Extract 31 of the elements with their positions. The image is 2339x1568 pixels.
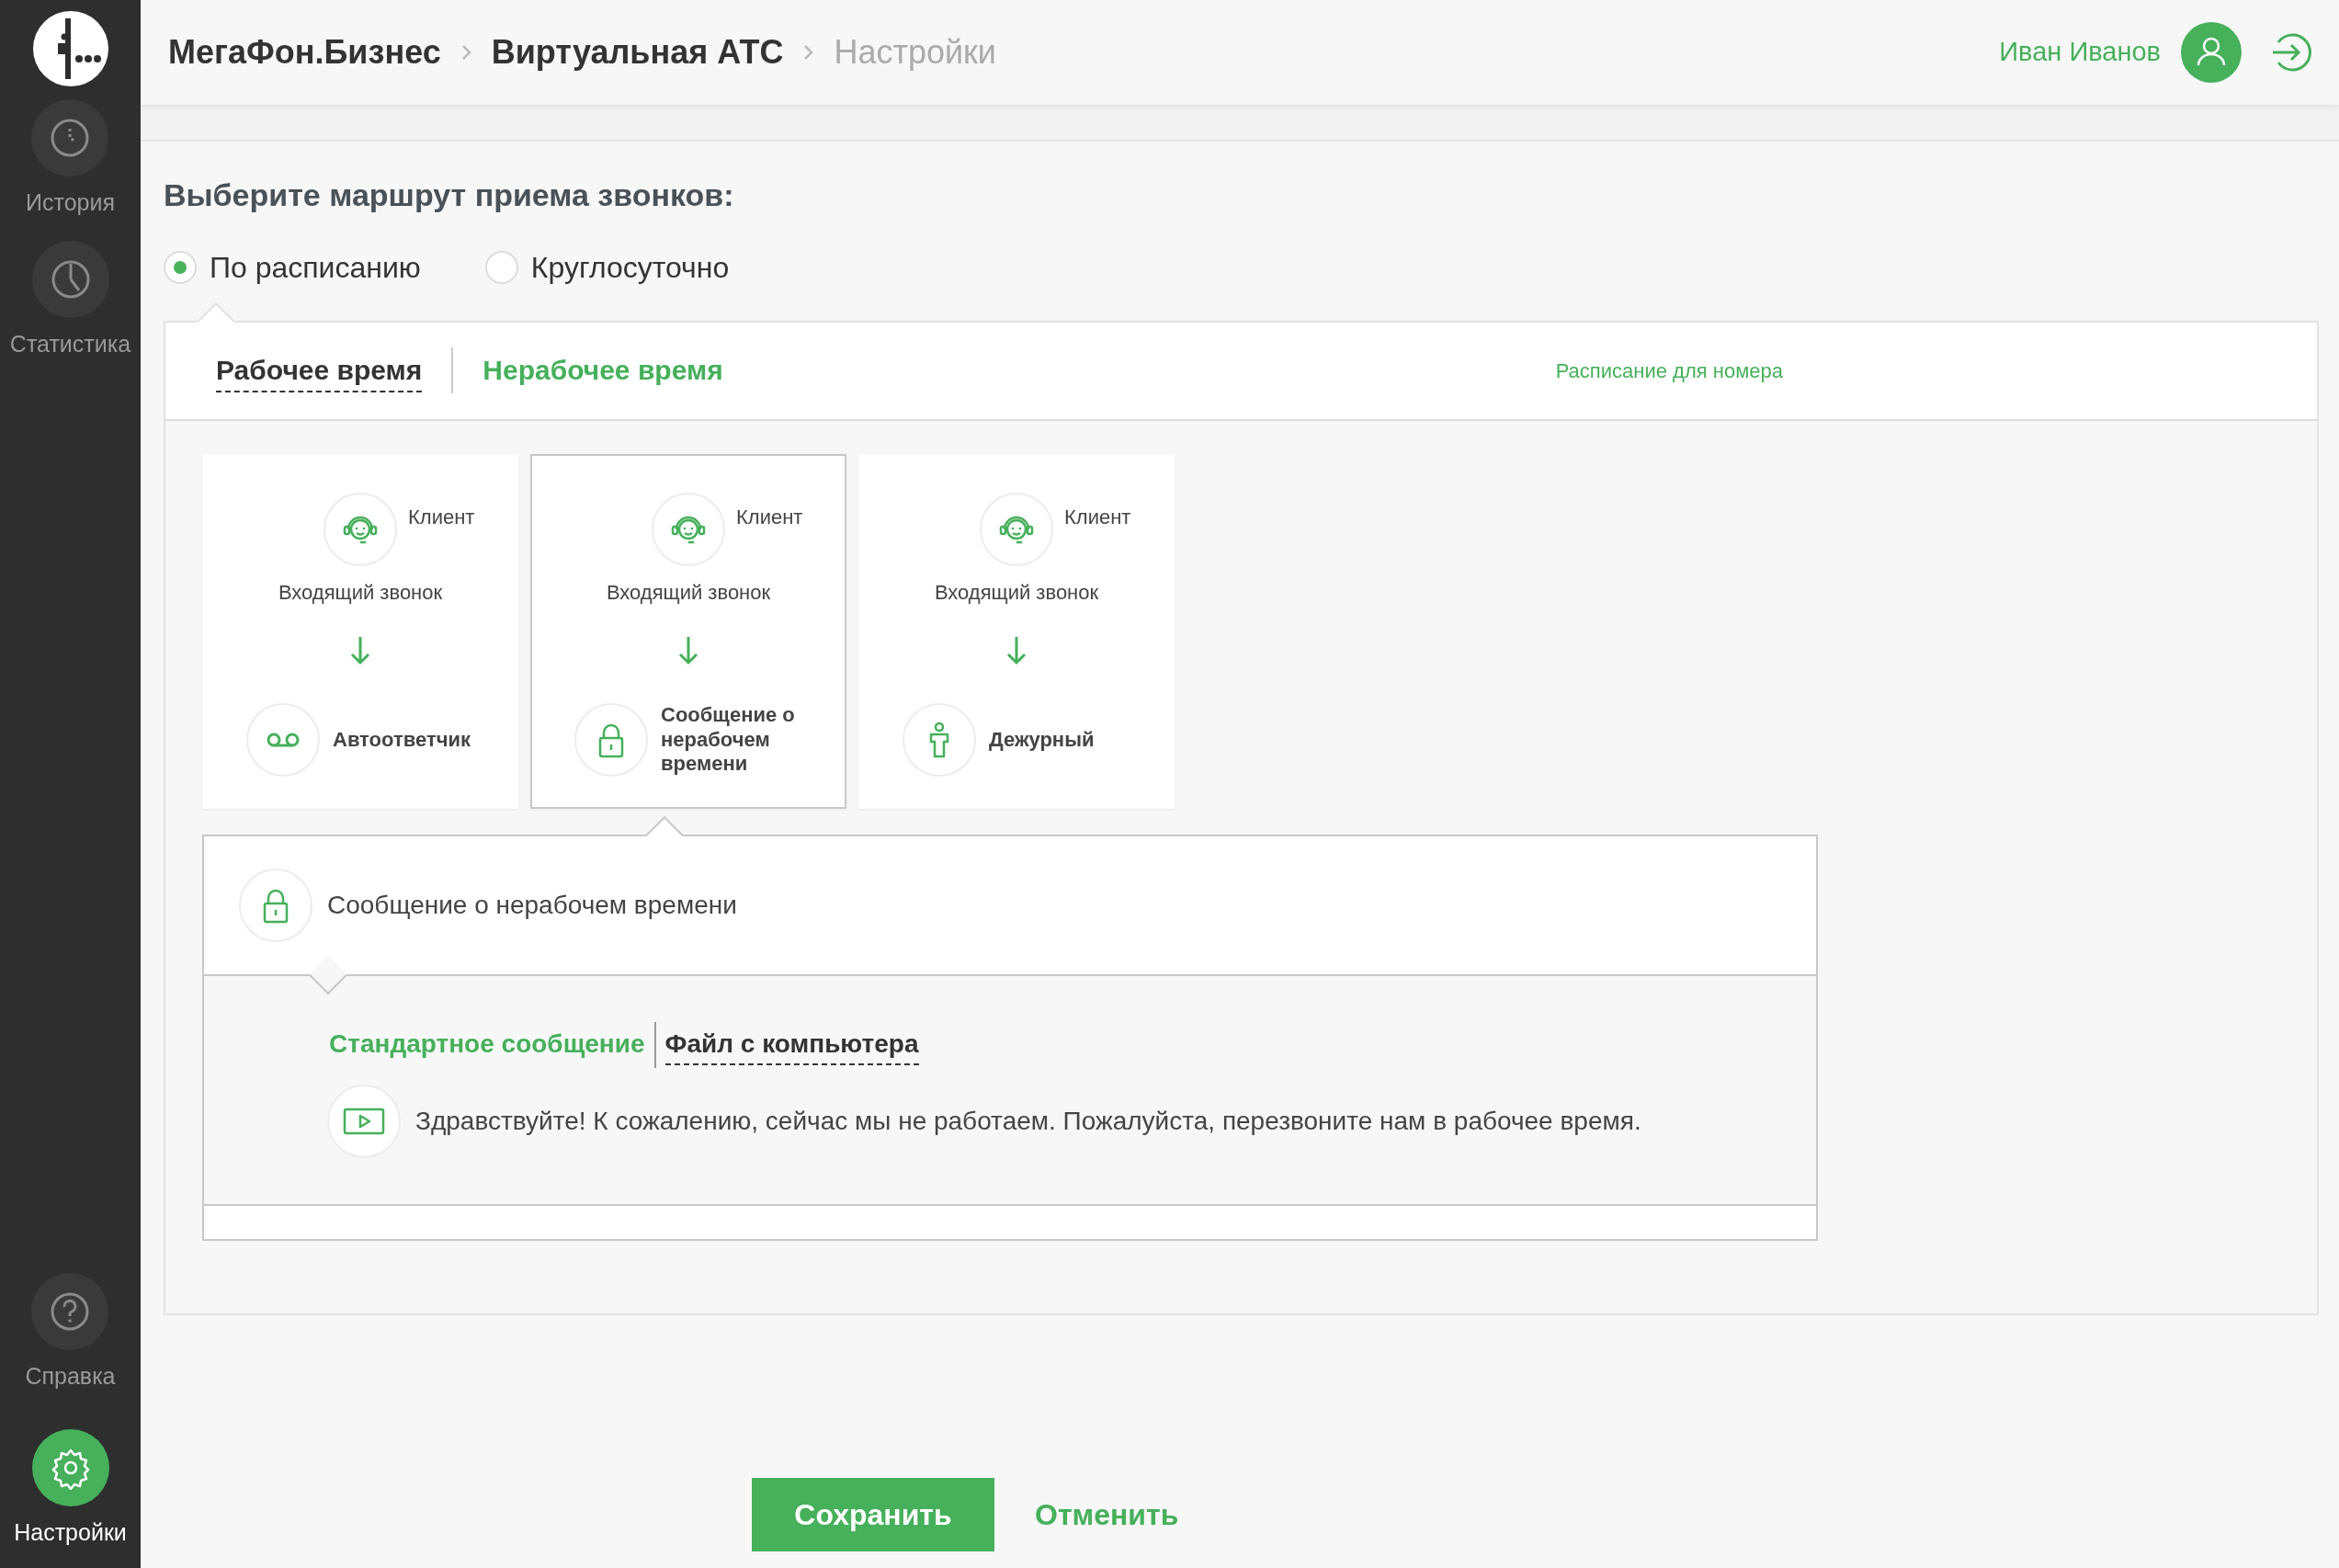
breadcrumb-link[interactable]: Виртуальная АТС [491, 28, 784, 77]
caller-label: Клиент [736, 504, 803, 530]
call-label: Входящий звонок [278, 579, 443, 606]
down-arrow-icon [349, 634, 371, 666]
scenario-card[interactable]: Клиент Входящий звонок Сообщение о нерабочем времени [530, 453, 846, 809]
tab[interactable]: Рабочее время [216, 348, 423, 392]
sidebar-item[interactable]: Настройки [14, 1423, 127, 1555]
scenario-card[interactable]: Клиент Входящий звонок Автоответчик [202, 453, 518, 809]
help-icon [50, 1291, 91, 1332]
chevron-icon [460, 44, 471, 61]
detail-title: Сообщение о нерабочем времени [327, 889, 737, 921]
logo-icon [30, 9, 110, 88]
source-tab[interactable]: Файл с компьютера [664, 1024, 919, 1065]
chevron-icon [803, 44, 814, 61]
sidebar-item[interactable]: Статистика [9, 234, 131, 367]
message-text: Здравствуйте! К сожалению, сейчас мы не работаем. Пожалуйста, перезвоните нам в рабочее время. [415, 1105, 1641, 1137]
target-label: Сообщение о нерабочем времени [661, 703, 796, 777]
call-label: Входящий звонок [606, 579, 771, 606]
radio-option[interactable]: Круглосуточно [484, 244, 730, 290]
caller-label: Клиент [1064, 504, 1131, 530]
down-arrow-icon [677, 634, 699, 666]
radio-option[interactable]: По расписанию [164, 244, 421, 290]
breadcrumb-link[interactable]: МегаФон.Бизнес [168, 28, 441, 77]
caller-label: Клиент [408, 504, 475, 530]
call-label: Входящий звонок [934, 579, 1099, 606]
target-label: Автоответчик [333, 727, 471, 752]
user-avatar-icon [2181, 22, 2242, 83]
scenario-card[interactable]: Клиент Входящий звонок Дежурный [858, 453, 1175, 809]
down-arrow-icon [1005, 634, 1028, 666]
section-heading: Выберите маршрут приема звонков: [164, 176, 735, 214]
target-label: Дежурный [989, 727, 1095, 752]
